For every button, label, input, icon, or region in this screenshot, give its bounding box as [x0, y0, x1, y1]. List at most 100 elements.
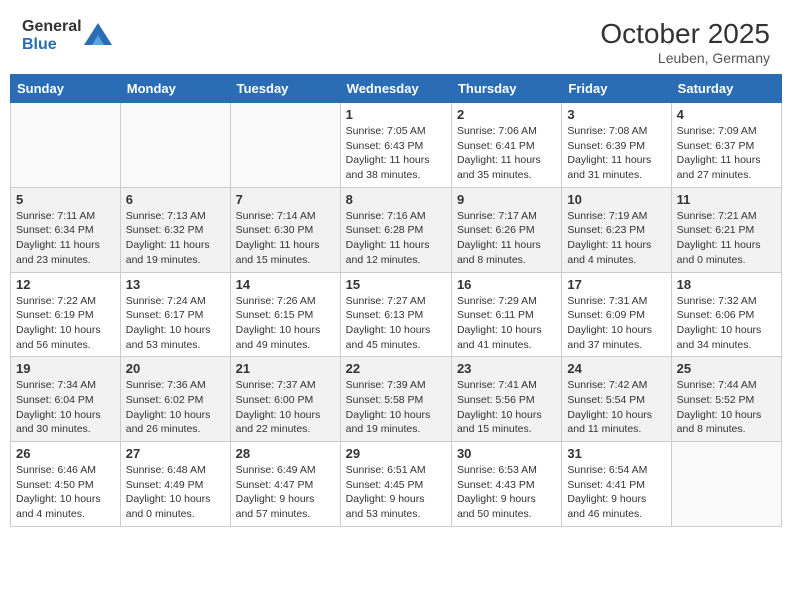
day-cell: 16Sunrise: 7:29 AM Sunset: 6:11 PM Dayli… [451, 272, 561, 357]
month-title: October 2025 [600, 18, 770, 50]
day-cell: 27 Sunrise: 6:48 AM Sunset: 4:49 PM Dayli… [120, 442, 230, 527]
day-number: 17 [567, 277, 665, 292]
weekday-header-sunday: Sunday [11, 75, 121, 103]
day-number: 14 [236, 277, 335, 292]
week-row-3: 12Sunrise: 7:22 AM Sunset: 6:19 PM Dayli… [11, 272, 782, 357]
day-number: 28 [236, 446, 335, 461]
day-info: Sunrise: 6:54 AM Sunset: 4:41 PM Dayligh… [567, 463, 665, 522]
day-number: 27 [126, 446, 225, 461]
day-info: Sunrise: 7:21 AM Sunset: 6:21 PM Dayligh… [677, 209, 776, 268]
weekday-header-friday: Friday [562, 75, 671, 103]
day-info: Sunrise: 7:06 AM Sunset: 6:41 PM Dayligh… [457, 124, 556, 183]
day-cell: 15 Sunrise: 7:27 AM Sunset: 6:13 PM Dayli… [340, 272, 451, 357]
day-info: Sunrise: 7:42 AM Sunset: 5:54 PM Dayligh… [567, 378, 665, 437]
day-info: Sunrise: 7:13 AM Sunset: 6:32 PM Dayligh… [126, 209, 225, 268]
day-number: 20 [126, 361, 225, 376]
day-cell: 6 Sunrise: 7:13 AM Sunset: 6:32 PM Daylig… [120, 187, 230, 272]
week-row-4: 19 Sunrise: 7:34 AM Sunset: 6:04 PM Dayli… [11, 357, 782, 442]
day-info: Sunrise: 7:22 AM Sunset: 6:19 PM Dayligh… [16, 294, 115, 353]
day-cell: 1 Sunrise: 7:05 AM Sunset: 6:43 PM Daylig… [340, 103, 451, 188]
day-info: Sunrise: 6:53 AM Sunset: 4:43 PM Dayligh… [457, 463, 556, 522]
day-cell: 5 Sunrise: 7:11 AM Sunset: 6:34 PM Daylig… [11, 187, 121, 272]
day-number: 8 [346, 192, 446, 207]
day-number: 1 [346, 107, 446, 122]
day-number: 9 [457, 192, 556, 207]
day-cell: 30 Sunrise: 6:53 AM Sunset: 4:43 PM Dayli… [451, 442, 561, 527]
day-info: Sunrise: 7:27 AM Sunset: 6:13 PM Dayligh… [346, 294, 446, 353]
day-number: 26 [16, 446, 115, 461]
day-cell: 11Sunrise: 7:21 AM Sunset: 6:21 PM Dayli… [671, 187, 781, 272]
day-number: 16 [457, 277, 556, 292]
weekday-header-thursday: Thursday [451, 75, 561, 103]
logo-icon [84, 23, 112, 45]
day-number: 25 [677, 361, 776, 376]
day-cell: 28Sunrise: 6:49 AM Sunset: 4:47 PM Dayli… [230, 442, 340, 527]
day-number: 4 [677, 107, 776, 122]
day-cell: 3 Sunrise: 7:08 AM Sunset: 6:39 PM Daylig… [562, 103, 671, 188]
day-cell: 10 Sunrise: 7:19 AM Sunset: 6:23 PM Dayli… [562, 187, 671, 272]
day-info: Sunrise: 7:24 AM Sunset: 6:17 PM Dayligh… [126, 294, 225, 353]
day-info: Sunrise: 7:05 AM Sunset: 6:43 PM Dayligh… [346, 124, 446, 183]
day-info: Sunrise: 7:08 AM Sunset: 6:39 PM Dayligh… [567, 124, 665, 183]
day-info: Sunrise: 7:36 AM Sunset: 6:02 PM Dayligh… [126, 378, 225, 437]
day-info: Sunrise: 7:09 AM Sunset: 6:37 PM Dayligh… [677, 124, 776, 183]
day-info: Sunrise: 6:48 AM Sunset: 4:49 PM Dayligh… [126, 463, 225, 522]
day-cell: 14Sunrise: 7:26 AM Sunset: 6:15 PM Dayli… [230, 272, 340, 357]
week-row-2: 5 Sunrise: 7:11 AM Sunset: 6:34 PM Daylig… [11, 187, 782, 272]
day-cell: 9Sunrise: 7:17 AM Sunset: 6:26 PM Daylig… [451, 187, 561, 272]
day-number: 3 [567, 107, 665, 122]
day-number: 2 [457, 107, 556, 122]
day-number: 31 [567, 446, 665, 461]
day-cell: 25 Sunrise: 7:44 AM Sunset: 5:52 PM Dayli… [671, 357, 781, 442]
day-info: Sunrise: 7:14 AM Sunset: 6:30 PM Dayligh… [236, 209, 335, 268]
day-number: 24 [567, 361, 665, 376]
day-number: 15 [346, 277, 446, 292]
weekday-header-row: SundayMondayTuesdayWednesdayThursdayFrid… [11, 75, 782, 103]
day-info: Sunrise: 7:44 AM Sunset: 5:52 PM Dayligh… [677, 378, 776, 437]
day-info: Sunrise: 7:32 AM Sunset: 6:06 PM Dayligh… [677, 294, 776, 353]
day-number: 6 [126, 192, 225, 207]
day-cell: 4 Sunrise: 7:09 AM Sunset: 6:37 PM Daylig… [671, 103, 781, 188]
weekday-header-wednesday: Wednesday [340, 75, 451, 103]
day-cell [230, 103, 340, 188]
day-cell: 17 Sunrise: 7:31 AM Sunset: 6:09 PM Dayli… [562, 272, 671, 357]
day-cell: 31 Sunrise: 6:54 AM Sunset: 4:41 PM Dayli… [562, 442, 671, 527]
day-number: 30 [457, 446, 556, 461]
week-row-5: 26 Sunrise: 6:46 AM Sunset: 4:50 PM Dayli… [11, 442, 782, 527]
day-info: Sunrise: 7:37 AM Sunset: 6:00 PM Dayligh… [236, 378, 335, 437]
day-cell: 2 Sunrise: 7:06 AM Sunset: 6:41 PM Daylig… [451, 103, 561, 188]
day-number: 22 [346, 361, 446, 376]
day-number: 19 [16, 361, 115, 376]
day-cell [11, 103, 121, 188]
title-block: October 2025 Leuben, Germany [600, 18, 770, 66]
day-cell: 26 Sunrise: 6:46 AM Sunset: 4:50 PM Dayli… [11, 442, 121, 527]
weekday-header-monday: Monday [120, 75, 230, 103]
day-info: Sunrise: 7:31 AM Sunset: 6:09 PM Dayligh… [567, 294, 665, 353]
day-cell: 24 Sunrise: 7:42 AM Sunset: 5:54 PM Dayli… [562, 357, 671, 442]
week-row-1: 1 Sunrise: 7:05 AM Sunset: 6:43 PM Daylig… [11, 103, 782, 188]
day-cell: 29Sunrise: 6:51 AM Sunset: 4:45 PM Dayli… [340, 442, 451, 527]
day-cell [671, 442, 781, 527]
day-cell: 21 Sunrise: 7:37 AM Sunset: 6:00 PM Dayli… [230, 357, 340, 442]
day-info: Sunrise: 6:46 AM Sunset: 4:50 PM Dayligh… [16, 463, 115, 522]
logo-text: General Blue [22, 18, 82, 54]
day-number: 13 [126, 277, 225, 292]
day-number: 10 [567, 192, 665, 207]
logo-blue: Blue [22, 36, 57, 53]
day-cell: 19 Sunrise: 7:34 AM Sunset: 6:04 PM Dayli… [11, 357, 121, 442]
day-info: Sunrise: 7:19 AM Sunset: 6:23 PM Dayligh… [567, 209, 665, 268]
day-cell: 22 Sunrise: 7:39 AM Sunset: 5:58 PM Dayli… [340, 357, 451, 442]
location-title: Leuben, Germany [600, 50, 770, 66]
day-number: 21 [236, 361, 335, 376]
day-number: 7 [236, 192, 335, 207]
day-cell: 7 Sunrise: 7:14 AM Sunset: 6:30 PM Daylig… [230, 187, 340, 272]
day-info: Sunrise: 7:34 AM Sunset: 6:04 PM Dayligh… [16, 378, 115, 437]
calendar-table: SundayMondayTuesdayWednesdayThursdayFrid… [10, 74, 782, 527]
day-number: 5 [16, 192, 115, 207]
day-number: 23 [457, 361, 556, 376]
weekday-header-saturday: Saturday [671, 75, 781, 103]
day-cell: 18 Sunrise: 7:32 AM Sunset: 6:06 PM Dayli… [671, 272, 781, 357]
day-number: 18 [677, 277, 776, 292]
day-info: Sunrise: 7:11 AM Sunset: 6:34 PM Dayligh… [16, 209, 115, 268]
day-info: Sunrise: 7:39 AM Sunset: 5:58 PM Dayligh… [346, 378, 446, 437]
